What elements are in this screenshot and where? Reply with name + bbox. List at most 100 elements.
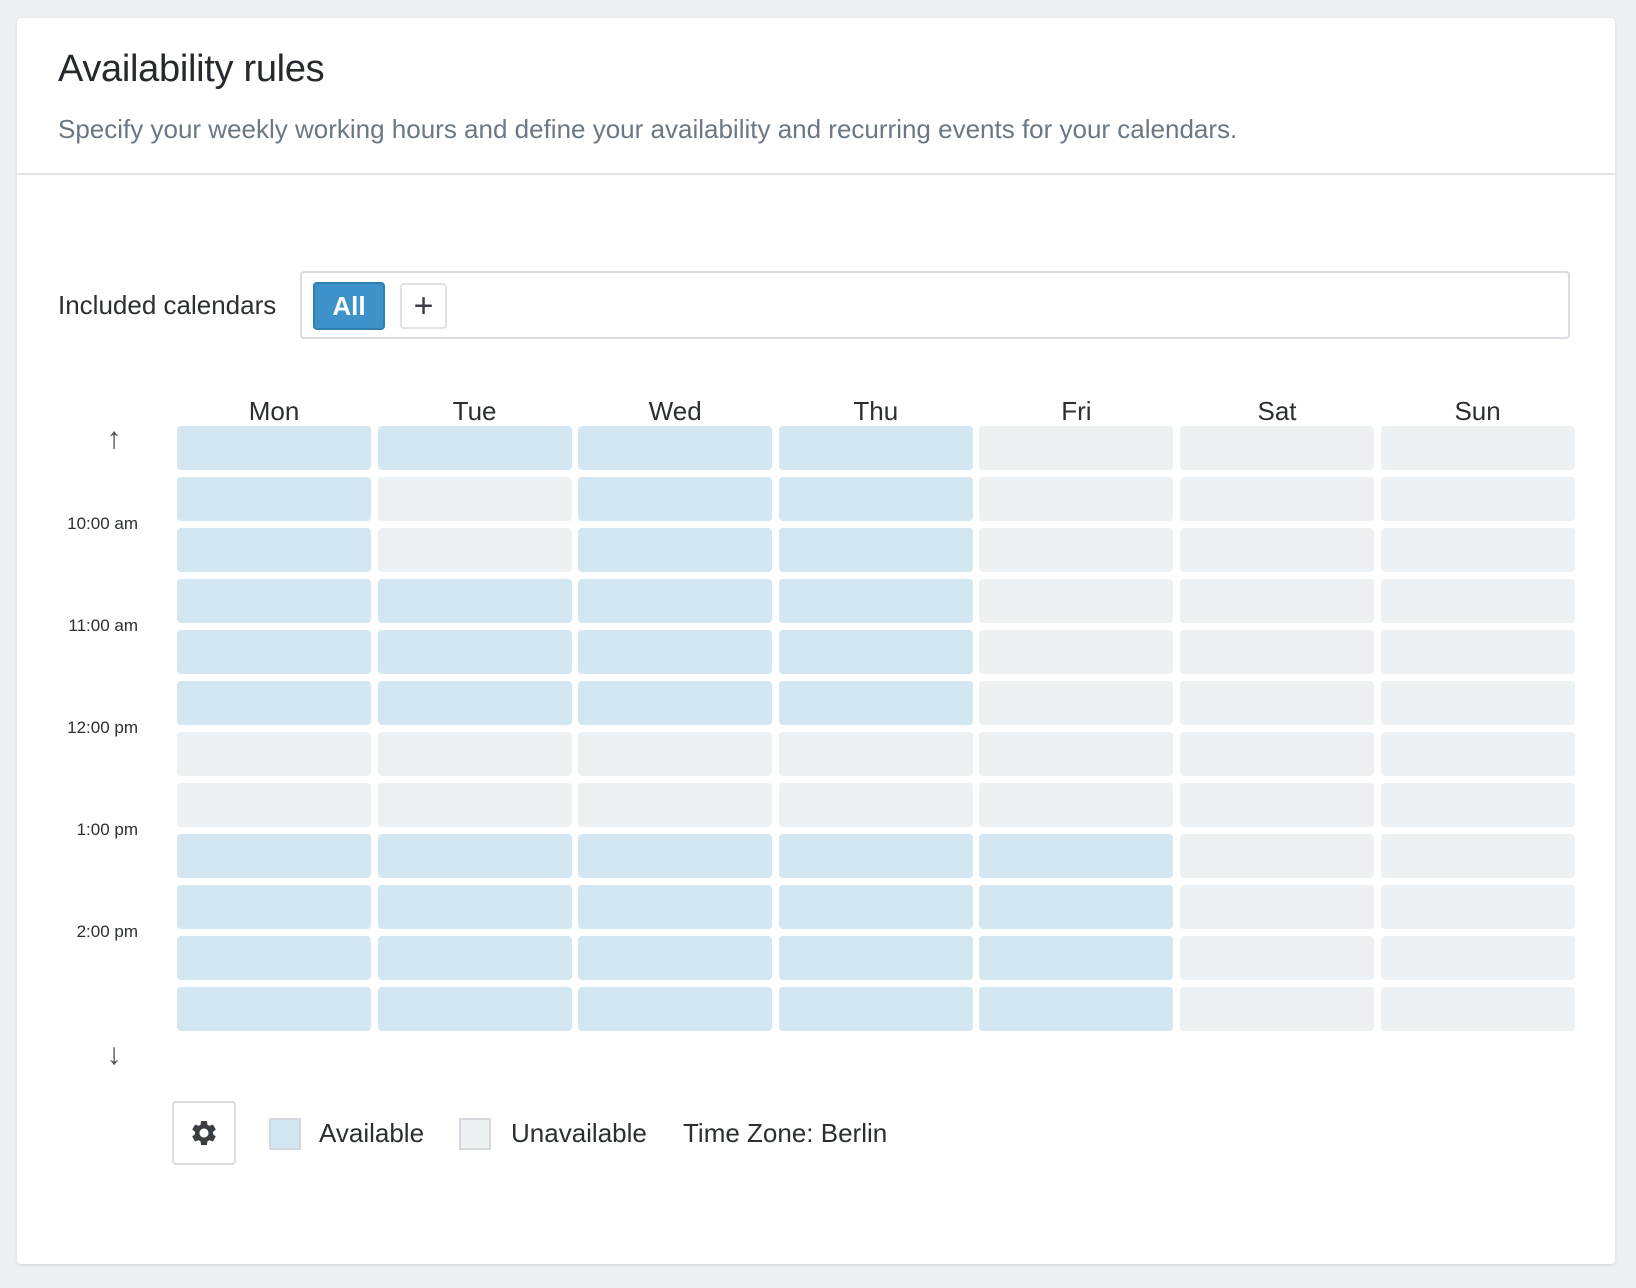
scroll-up-arrow-icon[interactable]: ↑ xyxy=(99,422,129,456)
time-slot-thu-7[interactable] xyxy=(778,783,973,827)
time-slot-wed-10[interactable] xyxy=(578,936,773,980)
day-header-sun: Sun xyxy=(1454,396,1501,426)
time-label: 10:00 am xyxy=(67,514,138,533)
time-slot-sun-9[interactable] xyxy=(1380,885,1575,929)
time-slot-sun-4[interactable] xyxy=(1380,630,1575,674)
time-slot-thu-11[interactable] xyxy=(778,987,973,1031)
time-slot-wed-3[interactable] xyxy=(578,579,773,623)
add-calendar-button[interactable]: + xyxy=(400,283,447,329)
time-slot-wed-2[interactable] xyxy=(578,528,773,572)
time-slot-wed-6[interactable] xyxy=(578,732,773,776)
time-slot-thu-0[interactable] xyxy=(778,426,973,470)
time-slot-fri-2[interactable] xyxy=(979,528,1174,572)
time-slot-tue-10[interactable] xyxy=(377,936,572,980)
time-slot-fri-9[interactable] xyxy=(979,885,1174,929)
time-slot-sat-2[interactable] xyxy=(1180,528,1374,572)
time-slot-mon-6[interactable] xyxy=(177,732,371,776)
time-slot-thu-2[interactable] xyxy=(778,528,973,572)
time-slot-thu-3[interactable] xyxy=(778,579,973,623)
time-slot-tue-8[interactable] xyxy=(377,834,572,878)
time-slot-sat-3[interactable] xyxy=(1180,579,1374,623)
time-slot-mon-9[interactable] xyxy=(177,885,371,929)
time-slot-thu-5[interactable] xyxy=(778,681,973,725)
time-slot-sat-11[interactable] xyxy=(1180,987,1374,1031)
time-slot-sat-6[interactable] xyxy=(1180,732,1374,776)
time-slot-thu-6[interactable] xyxy=(778,732,973,776)
time-slot-tue-11[interactable] xyxy=(377,987,572,1031)
time-slot-mon-0[interactable] xyxy=(177,426,371,470)
time-slot-mon-2[interactable] xyxy=(177,528,371,572)
time-slot-mon-1[interactable] xyxy=(177,477,371,521)
time-slot-thu-4[interactable] xyxy=(778,630,973,674)
gear-icon xyxy=(192,1121,216,1145)
time-slot-thu-9[interactable] xyxy=(778,885,973,929)
time-slot-sun-8[interactable] xyxy=(1380,834,1575,878)
time-slot-tue-1[interactable] xyxy=(377,477,572,521)
time-slot-fri-1[interactable] xyxy=(979,477,1174,521)
day-header-tue: Tue xyxy=(452,396,497,426)
time-slot-tue-6[interactable] xyxy=(377,732,572,776)
time-slot-sat-10[interactable] xyxy=(1180,936,1374,980)
time-slot-sun-10[interactable] xyxy=(1380,936,1575,980)
time-slot-mon-3[interactable] xyxy=(177,579,371,623)
calendar-selector[interactable]: All + xyxy=(300,271,1570,339)
time-slot-mon-11[interactable] xyxy=(177,987,371,1031)
time-slot-fri-7[interactable] xyxy=(979,783,1174,827)
time-slot-tue-4[interactable] xyxy=(377,630,572,674)
time-slot-tue-0[interactable] xyxy=(377,426,572,470)
time-slot-mon-7[interactable] xyxy=(177,783,371,827)
time-slot-mon-4[interactable] xyxy=(177,630,371,674)
time-slot-sun-0[interactable] xyxy=(1380,426,1575,470)
time-slot-sat-0[interactable] xyxy=(1180,426,1374,470)
time-slot-sun-6[interactable] xyxy=(1380,732,1575,776)
time-slot-wed-0[interactable] xyxy=(578,426,773,470)
time-slot-fri-8[interactable] xyxy=(979,834,1174,878)
time-slot-wed-1[interactable] xyxy=(578,477,773,521)
time-slot-sat-5[interactable] xyxy=(1180,681,1374,725)
time-slot-wed-8[interactable] xyxy=(578,834,773,878)
time-slot-mon-8[interactable] xyxy=(177,834,371,878)
time-slot-wed-7[interactable] xyxy=(578,783,773,827)
time-label: 1:00 pm xyxy=(76,820,138,839)
time-slot-mon-5[interactable] xyxy=(177,681,371,725)
time-slot-tue-9[interactable] xyxy=(377,885,572,929)
availability-card: Availability rules Specify your weekly w… xyxy=(17,18,1615,1264)
time-slot-thu-1[interactable] xyxy=(778,477,973,521)
time-slot-tue-3[interactable] xyxy=(377,579,572,623)
time-slot-thu-10[interactable] xyxy=(778,936,973,980)
time-slot-sun-1[interactable] xyxy=(1380,477,1575,521)
calendar-chip-all[interactable]: All xyxy=(313,282,385,330)
time-slot-sun-11[interactable] xyxy=(1380,987,1575,1031)
time-slot-fri-0[interactable] xyxy=(979,426,1174,470)
time-slot-tue-7[interactable] xyxy=(377,783,572,827)
unavailable-swatch xyxy=(459,1118,491,1150)
time-slot-tue-5[interactable] xyxy=(377,681,572,725)
time-slot-fri-5[interactable] xyxy=(979,681,1174,725)
time-slot-sat-8[interactable] xyxy=(1180,834,1374,878)
time-slot-fri-10[interactable] xyxy=(979,936,1174,980)
time-slot-wed-9[interactable] xyxy=(578,885,773,929)
available-legend-label: Available xyxy=(319,1118,425,1148)
available-swatch xyxy=(269,1118,301,1150)
time-slot-fri-11[interactable] xyxy=(979,987,1174,1031)
time-slot-tue-2[interactable] xyxy=(377,528,572,572)
time-slot-sun-7[interactable] xyxy=(1380,783,1575,827)
scroll-down-arrow-icon[interactable]: ↓ xyxy=(99,1038,129,1072)
time-slot-sat-1[interactable] xyxy=(1180,477,1374,521)
time-slot-mon-10[interactable] xyxy=(177,936,371,980)
time-slot-fri-6[interactable] xyxy=(979,732,1174,776)
time-slot-wed-5[interactable] xyxy=(578,681,773,725)
time-slot-sun-2[interactable] xyxy=(1380,528,1575,572)
time-slot-sun-5[interactable] xyxy=(1380,681,1575,725)
time-slot-wed-4[interactable] xyxy=(578,630,773,674)
time-slot-sat-7[interactable] xyxy=(1180,783,1374,827)
time-slot-sat-9[interactable] xyxy=(1180,885,1374,929)
time-slot-wed-11[interactable] xyxy=(578,987,773,1031)
settings-button[interactable] xyxy=(172,1101,236,1165)
time-slot-fri-4[interactable] xyxy=(979,630,1174,674)
time-slot-sun-3[interactable] xyxy=(1380,579,1575,623)
unavailable-legend-label: Unavailable xyxy=(511,1118,647,1148)
time-slot-thu-8[interactable] xyxy=(778,834,973,878)
time-slot-fri-3[interactable] xyxy=(979,579,1174,623)
time-slot-sat-4[interactable] xyxy=(1180,630,1374,674)
